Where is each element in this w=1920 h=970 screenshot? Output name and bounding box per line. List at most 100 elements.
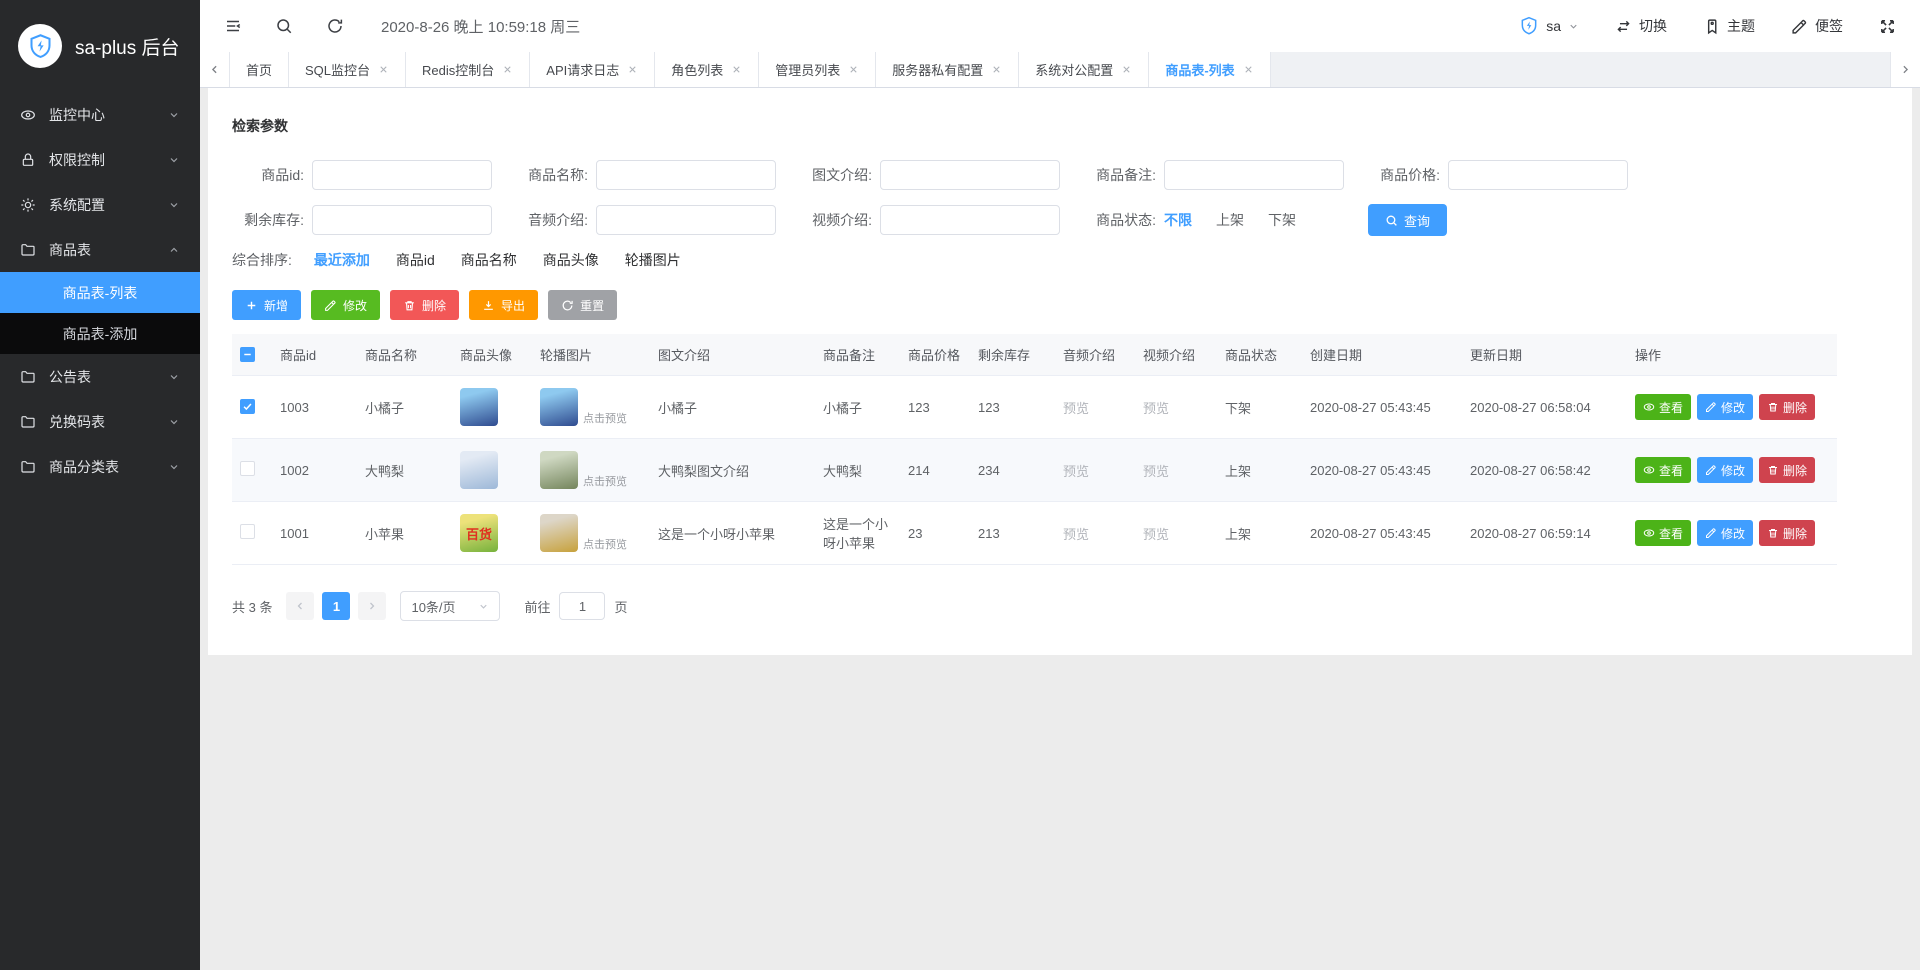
- video-preview-link[interactable]: 预览: [1143, 527, 1169, 542]
- audio-input[interactable]: [596, 205, 776, 235]
- sidebar-item-label: 系统配置: [49, 196, 105, 213]
- tab-sql-monitor[interactable]: SQL监控台: [289, 52, 407, 87]
- tabs-scroll-right-button[interactable]: [1890, 52, 1920, 87]
- theme-button[interactable]: 主题: [1703, 16, 1755, 36]
- carousel-image[interactable]: [540, 451, 578, 489]
- sidebar-item-notice-table[interactable]: 公告表: [0, 354, 200, 399]
- video-preview-link[interactable]: 预览: [1143, 464, 1169, 479]
- click-preview-link[interactable]: 点击预览: [583, 536, 627, 552]
- status-option-on-shelf[interactable]: 上架: [1216, 210, 1244, 230]
- field-label: 剩余库存:: [244, 212, 304, 228]
- sidebar-item-product-table-add[interactable]: 商品表-添加: [0, 313, 200, 354]
- tabs-scroll-left-button[interactable]: [200, 52, 230, 87]
- stock-input[interactable]: [312, 205, 492, 235]
- view-button[interactable]: 查看: [1635, 394, 1692, 420]
- sidebar-item-product-table[interactable]: 商品表: [0, 227, 200, 272]
- sort-option-product-id[interactable]: 商品id: [396, 250, 435, 270]
- tab-close-icon[interactable]: [627, 64, 638, 75]
- delete-button[interactable]: 删除: [1759, 457, 1816, 483]
- audio-preview-link[interactable]: 预览: [1063, 527, 1089, 542]
- tab-close-icon[interactable]: [991, 64, 1002, 75]
- audio-preview-link[interactable]: 预览: [1063, 401, 1089, 416]
- video-input[interactable]: [880, 205, 1060, 235]
- eye-icon: [1643, 464, 1655, 476]
- note-button[interactable]: 便签: [1791, 16, 1843, 36]
- tab-close-icon[interactable]: [502, 64, 513, 75]
- tab-close-icon[interactable]: [731, 64, 742, 75]
- edit-button[interactable]: 修改: [1697, 520, 1754, 546]
- cell-stock: 213: [970, 501, 1055, 565]
- audio-preview-link[interactable]: 预览: [1063, 464, 1089, 479]
- user-menu[interactable]: sa: [1519, 16, 1579, 36]
- video-preview-link[interactable]: 预览: [1143, 401, 1169, 416]
- intro-input[interactable]: [880, 160, 1060, 190]
- sidebar-item-monitor-center[interactable]: 监控中心: [0, 92, 200, 137]
- add-button[interactable]: 新增: [232, 290, 302, 320]
- delete-button[interactable]: 删除: [1759, 394, 1816, 420]
- next-page-button[interactable]: [358, 592, 387, 620]
- cell-price: 214: [900, 438, 970, 502]
- tab-server-private-config[interactable]: 服务器私有配置: [876, 52, 1020, 87]
- sort-option-product-name[interactable]: 商品名称: [461, 250, 517, 270]
- collapse-menu-icon[interactable]: [224, 17, 242, 35]
- price-input[interactable]: [1448, 160, 1628, 190]
- product-avatar-image[interactable]: [460, 388, 498, 426]
- tab-close-icon[interactable]: [848, 64, 859, 75]
- switch-account-button[interactable]: 切换: [1615, 16, 1667, 36]
- sort-option-carousel[interactable]: 轮播图片: [625, 250, 681, 270]
- sidebar-item-product-table-list[interactable]: 商品表-列表: [0, 272, 200, 313]
- tab-api-log[interactable]: API请求日志: [530, 52, 656, 87]
- current-page-button[interactable]: 1: [322, 592, 351, 620]
- row-checkbox[interactable]: [240, 524, 255, 539]
- refresh-icon[interactable]: [326, 17, 344, 35]
- select-all-checkbox[interactable]: [240, 346, 255, 362]
- product-name-input[interactable]: [596, 160, 776, 190]
- query-button[interactable]: 查询: [1368, 204, 1448, 236]
- goto-page-input[interactable]: [559, 592, 606, 620]
- tab-close-icon[interactable]: [378, 64, 389, 75]
- status-option-unlimited[interactable]: 不限: [1164, 210, 1192, 230]
- tab-home[interactable]: 首页: [230, 52, 290, 87]
- sidebar-item-permission-control[interactable]: 权限控制: [0, 137, 200, 182]
- edit-button[interactable]: 修改: [1697, 457, 1754, 483]
- product-avatar-image[interactable]: [460, 451, 498, 489]
- tab-product-list[interactable]: 商品表-列表: [1149, 52, 1271, 87]
- row-checkbox[interactable]: [240, 399, 255, 414]
- delete-button[interactable]: 删除: [390, 290, 460, 320]
- delete-button[interactable]: 删除: [1759, 520, 1816, 546]
- product-id-input[interactable]: [312, 160, 492, 190]
- reset-button[interactable]: 重置: [548, 290, 618, 320]
- sort-option-avatar[interactable]: 商品头像: [543, 250, 599, 270]
- row-checkbox[interactable]: [240, 461, 255, 476]
- sort-option-recently-added[interactable]: 最近添加: [314, 250, 370, 270]
- fullscreen-button[interactable]: [1879, 18, 1896, 35]
- sidebar-item-redeem-code-table[interactable]: 兑换码表: [0, 399, 200, 444]
- status-option-off-shelf[interactable]: 下架: [1268, 210, 1296, 230]
- tab-admin-list[interactable]: 管理员列表: [759, 52, 877, 87]
- note-input[interactable]: [1164, 160, 1344, 190]
- prev-page-button[interactable]: [286, 592, 315, 620]
- sidebar-item-system-config[interactable]: 系统配置: [0, 182, 200, 227]
- swap-icon: [1615, 18, 1632, 35]
- field-label: 图文介绍:: [812, 167, 872, 183]
- edit-button[interactable]: 修改: [1697, 394, 1754, 420]
- tab-redis-console[interactable]: Redis控制台: [406, 52, 531, 87]
- carousel-image[interactable]: [540, 388, 578, 426]
- view-button[interactable]: 查看: [1635, 520, 1692, 546]
- refresh-icon: [561, 299, 574, 312]
- carousel-image[interactable]: [540, 514, 578, 552]
- search-icon[interactable]: [275, 17, 293, 35]
- click-preview-link[interactable]: 点击预览: [583, 410, 627, 426]
- view-button[interactable]: 查看: [1635, 457, 1692, 483]
- tab-close-icon[interactable]: [1243, 64, 1254, 75]
- page-size-select[interactable]: 10条/页: [400, 591, 501, 621]
- tab-close-icon[interactable]: [1121, 64, 1132, 75]
- tab-role-list[interactable]: 角色列表: [655, 52, 760, 87]
- edit-button[interactable]: 修改: [311, 290, 381, 320]
- product-avatar-image[interactable]: 百货: [460, 514, 498, 552]
- table-toolbar: 新增 修改 删除 导出 重置: [232, 290, 1888, 320]
- sidebar-item-product-category-table[interactable]: 商品分类表: [0, 444, 200, 489]
- export-button[interactable]: 导出: [469, 290, 539, 320]
- click-preview-link[interactable]: 点击预览: [583, 473, 627, 489]
- tab-system-public-config[interactable]: 系统对公配置: [1019, 52, 1150, 87]
